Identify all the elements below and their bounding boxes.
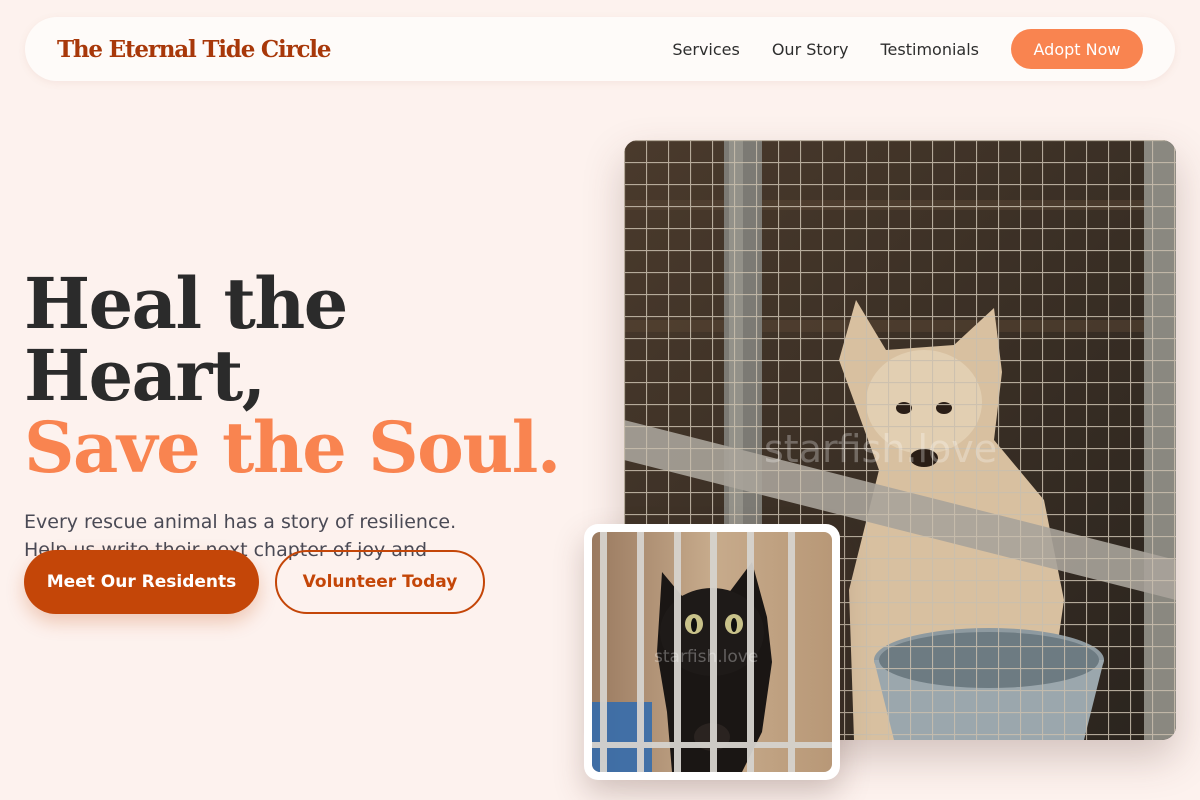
hero-buttons: Meet Our Residents Volunteer Today — [24, 550, 485, 614]
hero-title-line2: Save the Soul. — [24, 406, 561, 489]
volunteer-button[interactable]: Volunteer Today — [275, 550, 485, 614]
nav-link-services[interactable]: Services — [672, 40, 739, 59]
hero-title-line1: Heal the Heart, — [24, 262, 348, 417]
nav-link-our-story[interactable]: Our Story — [772, 40, 849, 59]
hero-title: Heal the Heart, Save the Soul. — [24, 268, 584, 484]
nav-links: Services Our Story Testimonials Adopt No… — [672, 29, 1143, 69]
inset-photo-watermark: starfish.love — [654, 647, 758, 667]
hero-section: Heal the Heart, Save the Soul. Every res… — [24, 268, 584, 592]
main-photo-watermark: starfish.love — [764, 427, 997, 471]
adopt-now-button[interactable]: Adopt Now — [1011, 29, 1143, 69]
meet-residents-button[interactable]: Meet Our Residents — [24, 550, 259, 614]
navbar: The Eternal Tide Circle Services Our Sto… — [25, 17, 1175, 81]
kitten-photo-frame: starfish.love — [584, 524, 840, 780]
nav-link-testimonials[interactable]: Testimonials — [881, 40, 980, 59]
brand-logo[interactable]: The Eternal Tide Circle — [57, 36, 331, 63]
black-kitten-behind-bars-photo: starfish.love — [592, 532, 832, 772]
